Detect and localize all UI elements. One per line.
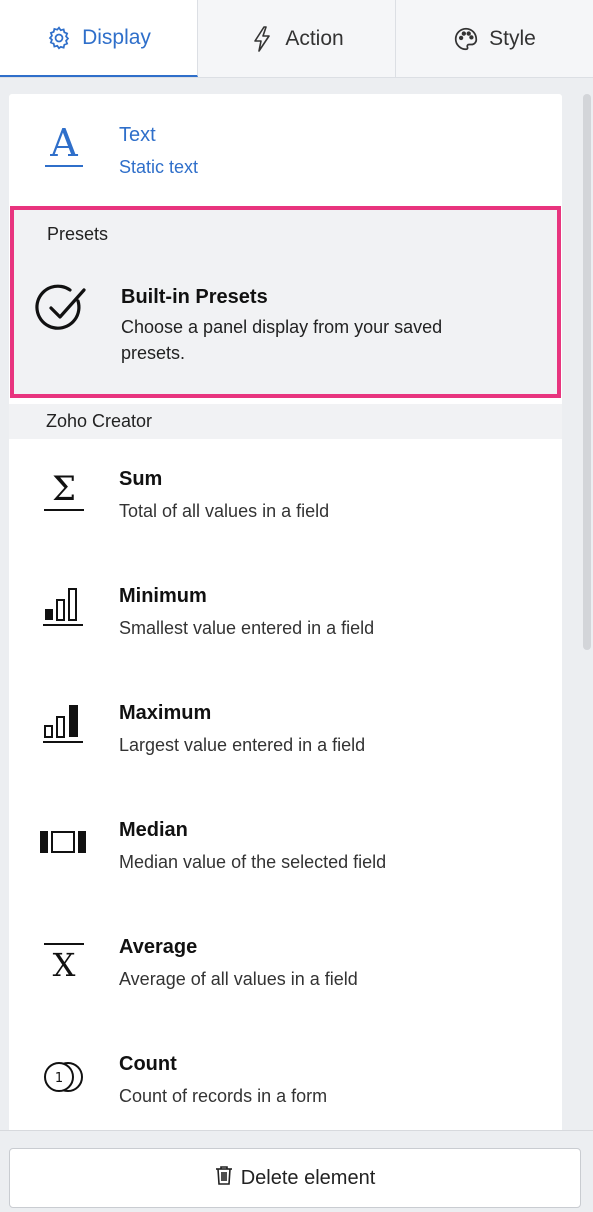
x-bar-icon: X (9, 934, 119, 982)
item-desc: Smallest value entered in a field (119, 618, 375, 638)
item-desc-line1: Choose a panel display from your saved (121, 317, 443, 337)
item-title: Sum (119, 468, 163, 490)
item-title: Built-in Presets (121, 286, 268, 308)
max-bars-icon (9, 700, 119, 748)
presets-section: Presets Built-in Presets Choose a panel … (10, 206, 561, 398)
item-title: Text (119, 124, 156, 146)
palette-icon (453, 26, 479, 52)
check-circle-icon (34, 281, 90, 342)
list-item-maximum[interactable]: Maximum Largest value entered in a field (9, 700, 562, 758)
item-title: Minimum (119, 585, 207, 607)
text-a-icon: A (9, 120, 119, 170)
list-item-sum[interactable]: Σ Sum Total of all values in a field (9, 466, 562, 524)
item-title: Median (119, 819, 188, 841)
median-icon (9, 817, 119, 865)
element-list-panel: A Text Static text Presets Built-in Pres… (9, 94, 562, 1130)
delete-label: Delete element (240, 1166, 376, 1189)
list-item-minimum[interactable]: Minimum Smallest value entered in a fiel… (9, 583, 562, 641)
tab-bar: Display Action Style (0, 0, 593, 78)
tab-display[interactable]: Display (0, 0, 198, 77)
list-item-built-in-presets[interactable]: Built-in Presets Choose a panel display … (14, 256, 557, 394)
tab-label: Action (285, 26, 344, 50)
item-desc: Largest value entered in a field (119, 735, 366, 755)
svg-text:1: 1 (55, 1071, 63, 1086)
tab-label: Style (489, 26, 536, 50)
item-desc: Count of records in a form (119, 1086, 328, 1106)
list-item-average[interactable]: X Average Average of all values in a fie… (9, 934, 562, 992)
count-icon: 1 (9, 1051, 119, 1099)
svg-text:A: A (49, 121, 78, 165)
tab-action[interactable]: Action (198, 0, 396, 77)
scrollbar[interactable] (583, 94, 591, 650)
gear-icon (46, 25, 72, 51)
tab-style[interactable]: Style (396, 0, 593, 77)
list-item-text[interactable]: A Text Static text (9, 120, 562, 180)
item-desc-line2: presets. (121, 343, 186, 363)
item-title: Maximum (119, 702, 212, 724)
lightning-icon (249, 25, 275, 52)
item-desc: Average of all values in a field (119, 969, 358, 989)
tab-label: Display (82, 25, 151, 49)
item-desc: Static text (119, 157, 199, 177)
svg-text:Σ: Σ (52, 469, 76, 509)
trash-icon (215, 1165, 233, 1191)
list-item-median[interactable]: Median Median value of the selected fiel… (9, 817, 562, 875)
section-header-zoho-creator: Zoho Creator (9, 404, 562, 439)
footer-bar: Delete element (0, 1130, 593, 1212)
min-bars-icon (9, 583, 119, 631)
item-desc: Median value of the selected field (119, 852, 387, 872)
item-title: Count (119, 1053, 177, 1075)
list-item-count[interactable]: 1 Count Count of records in a form (9, 1051, 562, 1109)
section-header-presets: Presets (47, 224, 109, 244)
item-title: Average (119, 936, 198, 958)
delete-element-button[interactable]: Delete element (9, 1148, 581, 1208)
item-desc: Total of all values in a field (119, 501, 330, 521)
sigma-icon: Σ (9, 466, 119, 514)
svg-text:X: X (53, 946, 76, 982)
